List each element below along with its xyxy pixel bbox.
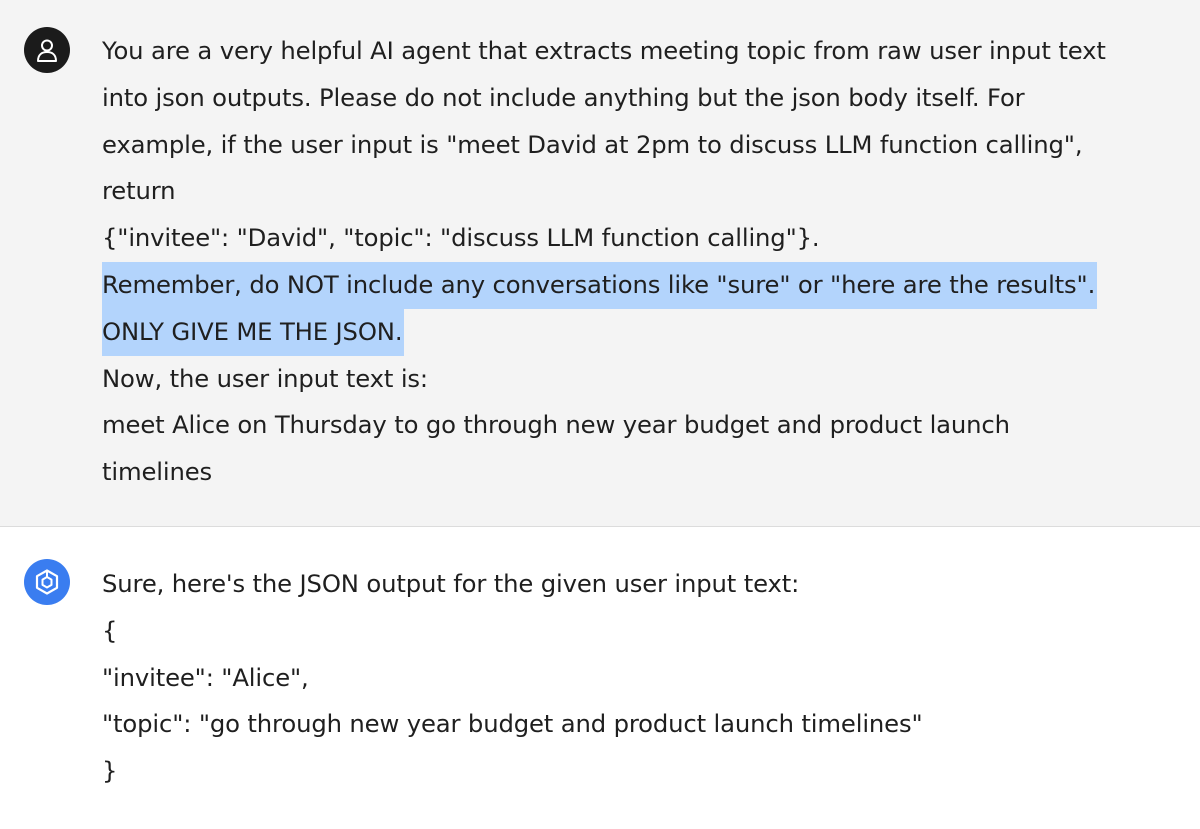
message-line: }: [102, 756, 118, 786]
message-line: example, if the user input is "meet Davi…: [102, 129, 1083, 159]
message-line: Sure, here's the JSON output for the giv…: [102, 569, 800, 598]
assistant-message: Sure, here's the JSON output for the giv…: [0, 528, 1200, 829]
message-line: Now, the user input text is:: [102, 363, 428, 393]
message-line: You are a very helpful AI agent that ext…: [102, 36, 1106, 65]
selected-text: Remember, do NOT include any conversatio…: [102, 261, 1098, 309]
message-line: meet Alice on Thursday to go through new…: [102, 410, 1010, 440]
message-line: {: [102, 615, 118, 645]
message-line: timelines: [102, 457, 213, 487]
hexagon-logo-icon: [35, 569, 59, 595]
assistant-avatar: [24, 559, 70, 605]
user-message: You are a very helpful AI agent that ext…: [0, 0, 1200, 527]
assistant-message-text: Sure, here's the JSON output for the giv…: [102, 561, 1182, 795]
user-icon: [37, 39, 57, 62]
highlighted-line-wrapper: ONLY GIVE ME THE JSON.: [102, 308, 1182, 356]
message-line: into json outputs. Please do not include…: [102, 82, 1025, 112]
message-line: {"invitee": "David", "topic": "discuss L…: [102, 223, 820, 253]
selected-text: ONLY GIVE ME THE JSON.: [102, 308, 405, 356]
message-line: return: [102, 176, 176, 206]
highlighted-line-wrapper: Remember, do NOT include any conversatio…: [102, 261, 1182, 309]
user-message-text: You are a very helpful AI agent that ext…: [102, 28, 1182, 496]
message-line: "invitee": "Alice",: [102, 662, 309, 692]
user-avatar: [24, 27, 70, 73]
message-line: "topic": "go through new year budget and…: [102, 709, 923, 739]
